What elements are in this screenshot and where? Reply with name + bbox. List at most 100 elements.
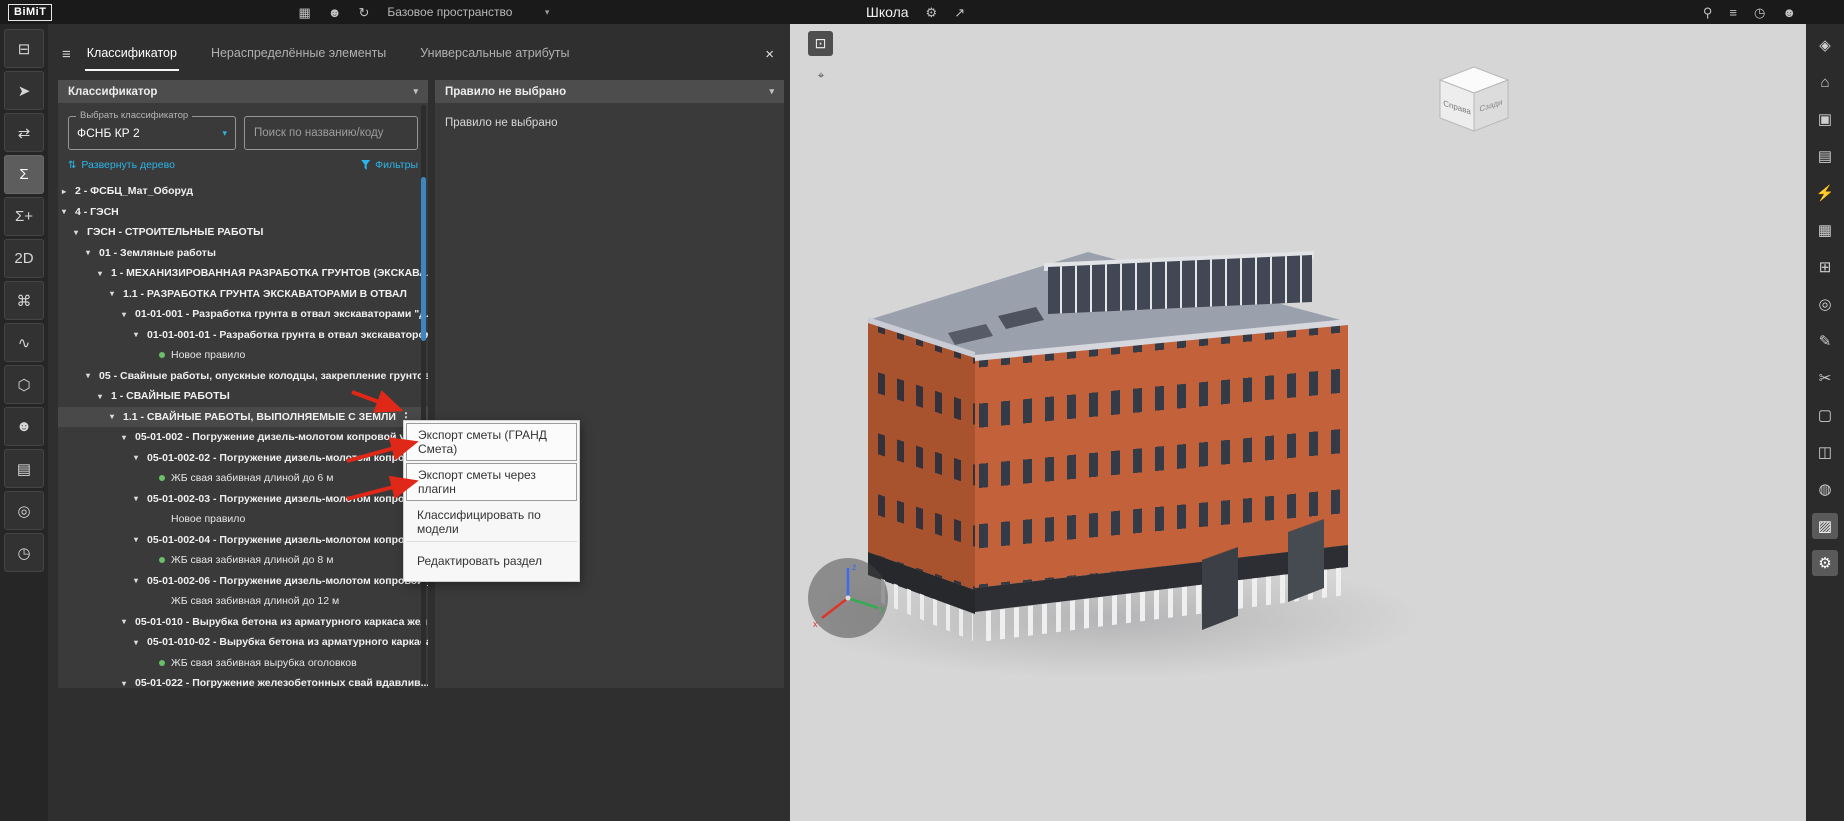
menu-export-grand[interactable]: Экспорт сметы (ГРАНД Смета) (406, 423, 577, 461)
tree-scrollbar[interactable] (421, 105, 426, 684)
shared-folder-button[interactable]: ▤ (4, 449, 44, 488)
model-structure-button[interactable]: ⊟ (4, 29, 44, 68)
tree-expand-icon[interactable]: ▾ (134, 535, 147, 544)
tree-expand-icon[interactable]: ▾ (110, 289, 123, 298)
tree-row[interactable]: ▾ 01-01-001 - Разработка грунта в отвал … (58, 304, 428, 325)
menu-button[interactable]: ≡ (1729, 6, 1737, 19)
focus-model-button[interactable]: ⊡ (808, 31, 833, 56)
tree-scrollbar-thumb[interactable] (421, 177, 426, 341)
section-box-button[interactable]: ▦ (1812, 217, 1838, 243)
tree-row[interactable]: ▾ 1 - МЕХАНИЗИРОВАННАЯ РАЗРАБОТКА ГРУНТО… (58, 263, 428, 284)
tree-row[interactable]: ▾ 05-01-002-02 - Погружение дизель-молот… (58, 448, 428, 469)
target-button[interactable]: ⌖ (813, 67, 829, 83)
tree-row[interactable]: ▾ 05-01-002-04 - Погружение дизель-молот… (58, 530, 428, 551)
sessions-button[interactable]: ◷ (1754, 6, 1765, 19)
tree-expand-icon[interactable]: ▾ (86, 248, 99, 257)
relations-tool-button[interactable]: ⇄ (4, 113, 44, 152)
paint-button[interactable]: ▨ (1812, 513, 1838, 539)
tree-expand-icon[interactable]: ▸ (62, 187, 75, 196)
collapse-panel-icon[interactable]: ≡ (62, 46, 71, 63)
classifier-search-input[interactable] (244, 116, 418, 150)
tree-expand-icon[interactable]: ▾ (122, 433, 135, 442)
tree-expand-icon[interactable]: ▾ (62, 207, 75, 216)
tree-row[interactable]: ▾ 1.1 - СВАЙНЫЕ РАБОТЫ, ВЫПОЛНЯЕМЫЕ С ЗЕ… (58, 407, 428, 428)
tree-expand-icon[interactable]: ▾ (98, 269, 111, 278)
grid-button[interactable]: ⊞ (1812, 254, 1838, 280)
classifier-section-header[interactable]: Классификатор ▾ (58, 80, 428, 103)
tree-row[interactable]: ▾ 05-01-002-06 - Погружение дизель-молот… (58, 571, 428, 592)
tree-row[interactable]: ▾ 01 - Земляные работы (58, 243, 428, 264)
workspace-selector[interactable]: Базовое пространство ▾ (387, 5, 549, 19)
layers-button[interactable]: ▤ (1812, 143, 1838, 169)
compare-button[interactable]: ◫ (1812, 439, 1838, 465)
screenshot-button[interactable]: ▣ (1812, 106, 1838, 132)
menu-export-plugin[interactable]: Экспорт сметы через плагин (406, 463, 577, 501)
org-structure-button[interactable]: ⌘ (4, 281, 44, 320)
tree-row[interactable]: ▾ 1.1 - РАЗРАБОТКА ГРУНТА ЭКСКАВАТОРАМИ … (58, 284, 428, 305)
tree-row[interactable]: Новое правило (58, 509, 428, 530)
tree-expand-icon[interactable]: ▾ (134, 453, 147, 462)
plugins-button[interactable]: ⬡ (4, 365, 44, 404)
charts-button[interactable]: ∿ (4, 323, 44, 362)
tree-row[interactable]: ▾ 05-01-022 - Погружение железобетонных … (58, 673, 428, 688)
user-location-button[interactable]: ◎ (4, 491, 44, 530)
tree-expand-icon[interactable]: ▾ (110, 412, 123, 421)
tree-expand-icon[interactable]: ▾ (122, 679, 135, 688)
tab-universal-attributes[interactable]: Универсальные атрибуты (418, 38, 571, 71)
view-cube[interactable]: Справа Сзади (1435, 64, 1513, 136)
tree-row[interactable]: ▾ 01-01-001-01 - Разработка грунта в отв… (58, 325, 428, 346)
history-button[interactable]: ↻ (358, 6, 369, 19)
tree-expand-icon[interactable]: ▾ (134, 494, 147, 503)
tree-row[interactable]: ▾ 05-01-002-03 - Погружение дизель-молот… (58, 489, 428, 510)
focus-extents-button[interactable]: ◈ (1812, 32, 1838, 58)
tree-expand-icon[interactable]: ▾ (122, 617, 135, 626)
tree-row[interactable]: ▾ 05 - Свайные работы, опускные колодцы,… (58, 366, 428, 387)
tree-row[interactable]: ▸ 2 - ФСБЦ_Мат_Оборуд (58, 181, 428, 202)
home-view-button[interactable]: ⌂ (1812, 69, 1838, 95)
filters-link[interactable]: Фильтры (361, 159, 418, 171)
menu-classify-by-model[interactable]: Классифицировать по модели (406, 503, 577, 541)
classifier-select[interactable]: Выбрать классификатор ФСНБ КР 2 ▾ (68, 116, 236, 150)
share-button[interactable]: ↗ (954, 6, 965, 19)
markup-button[interactable]: ✎ (1812, 328, 1838, 354)
viewport-3d[interactable]: ⊡ ⌖ Справа Сзади z x y (790, 24, 1806, 821)
tree-row[interactable]: ▾ ГЭСН - СТРОИТЕЛЬНЫЕ РАБОТЫ (58, 222, 428, 243)
tree-row[interactable]: ЖБ свая забивная длиной до 6 м (58, 468, 428, 489)
tree-row[interactable]: ЖБ свая забивная вырубка оголовков (58, 653, 428, 674)
selection-frame-button[interactable]: ▢ (1812, 402, 1838, 428)
projects-button[interactable]: ▦ (298, 6, 310, 19)
tree-expand-icon[interactable]: ▾ (98, 392, 111, 401)
time-tracking-button[interactable]: ◷ (4, 533, 44, 572)
tree-expand-icon[interactable]: ▾ (134, 330, 147, 339)
tree-row[interactable]: ▾ 4 - ГЭСН (58, 202, 428, 223)
section-cut-button[interactable]: ✂ (1812, 365, 1838, 391)
tree-row[interactable]: ▾ 05-01-010 - Вырубка бетона из арматурн… (58, 612, 428, 633)
shading-button[interactable]: ◍ (1812, 476, 1838, 502)
menu-edit-section[interactable]: Редактировать раздел (406, 541, 577, 579)
select-tool-button[interactable]: ➤ (4, 71, 44, 110)
navigation-gizmo[interactable]: z x y (806, 556, 890, 640)
tree-row[interactable]: ЖБ свая забивная длиной до 12 м (58, 591, 428, 612)
team-button[interactable]: ☻ (328, 6, 342, 19)
tree-row[interactable]: ▾ 05-01-010-02 - Вырубка бетона из армат… (58, 632, 428, 653)
tree-expand-icon[interactable]: ▾ (74, 228, 87, 237)
estimate-tool-button[interactable]: Σ+ (4, 197, 44, 236)
tab-unallocated[interactable]: Нераспределённые элементы (209, 38, 388, 71)
tree-expand-icon[interactable]: ▾ (134, 576, 147, 585)
tree-row[interactable]: ▾ 05-01-002 - Погружение дизель-молотом … (58, 427, 428, 448)
viewport-settings-button[interactable]: ⚙ (1812, 550, 1838, 576)
view-2d-button[interactable]: 2D (4, 239, 44, 278)
tree-row[interactable]: ▾ 1 - СВАЙНЫЕ РАБОТЫ (58, 386, 428, 407)
rule-section-header[interactable]: Правило не выбрано ▾ (435, 80, 784, 103)
classifier-tool-button[interactable]: Σ (4, 155, 44, 194)
settings-button[interactable]: ⚙ (926, 6, 938, 19)
tree-row[interactable]: ЖБ свая забивная длиной до 8 м (58, 550, 428, 571)
clash-button[interactable]: ⚡ (1812, 180, 1838, 206)
tree-expand-icon[interactable]: ▾ (122, 310, 135, 319)
tab-classifier[interactable]: Классификатор (85, 38, 179, 71)
orbit-button[interactable]: ◎ (1812, 291, 1838, 317)
tree-expand-icon[interactable]: ▾ (86, 371, 99, 380)
tree-row[interactable]: Новое правило (58, 345, 428, 366)
expand-tree-link[interactable]: ⇅ Развернуть дерево (68, 159, 175, 171)
close-panel-button[interactable]: × (765, 46, 774, 63)
